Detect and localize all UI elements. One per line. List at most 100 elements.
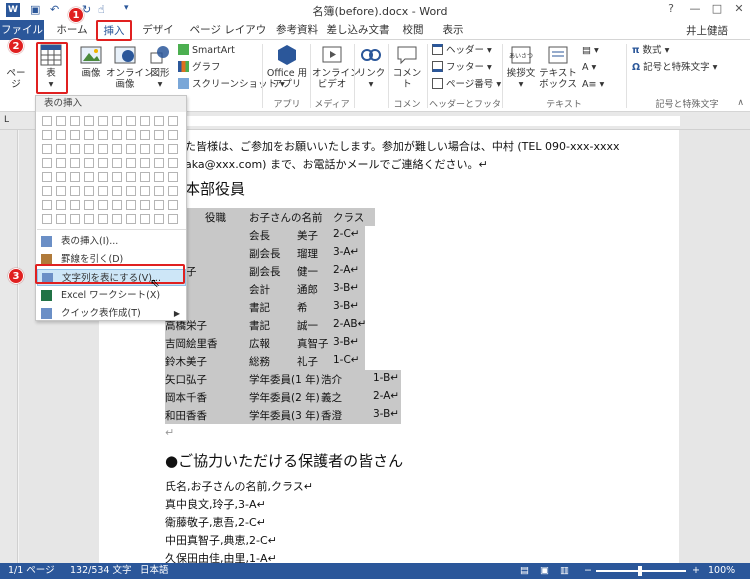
table-grid-cell[interactable] [56, 172, 66, 182]
chart-button[interactable]: グラフ [178, 61, 221, 75]
zoom-in-button[interactable]: + [692, 563, 700, 579]
table-grid-cell[interactable] [126, 158, 136, 168]
table-grid-cell[interactable] [112, 186, 122, 196]
table-grid-cell[interactable] [98, 116, 108, 126]
shapes-button[interactable]: 図形 ▾ [146, 44, 174, 90]
wordart-icon[interactable]: A ▾ [582, 61, 596, 75]
tab-design[interactable]: デザイン [138, 20, 178, 56]
table-grid-cell[interactable] [42, 200, 52, 210]
table-grid-cell[interactable] [112, 200, 122, 210]
user-name[interactable]: 井上健語 [686, 23, 728, 38]
tab-review[interactable]: 校閲 [396, 20, 430, 40]
zoom-level[interactable]: 100% [708, 563, 735, 579]
table-grid-cell[interactable] [126, 116, 136, 126]
table-grid-cell[interactable] [168, 186, 178, 196]
online-video-button[interactable]: オンライン ビデオ [312, 44, 360, 90]
table-grid-cell[interactable] [168, 214, 178, 224]
tab-mailings[interactable]: 差し込み文書 [326, 20, 390, 40]
table-grid-cell[interactable] [112, 130, 122, 140]
customize-qat-icon[interactable]: ▾ [124, 3, 129, 17]
pictures-button[interactable]: 画像 [76, 44, 106, 79]
table-grid-cell[interactable] [42, 116, 52, 126]
table-grid-cell[interactable] [42, 186, 52, 196]
zoom-slider-thumb[interactable] [638, 566, 642, 576]
tab-references[interactable]: 参考資料 [274, 20, 320, 40]
links-button[interactable]: リンク ▾ [356, 44, 386, 90]
table-grid-cell[interactable] [168, 144, 178, 154]
table-grid-cell[interactable] [140, 172, 150, 182]
header-button[interactable]: ヘッダー ▾ [432, 44, 492, 58]
print-layout-icon[interactable]: ▣ [540, 563, 549, 579]
table-grid-cell[interactable] [70, 186, 80, 196]
menu-item[interactable]: 表の挿入(I)... [37, 233, 186, 250]
table-grid-cell[interactable] [140, 186, 150, 196]
tab-selector-icon[interactable]: L [4, 115, 9, 125]
table-grid-cell[interactable] [56, 130, 66, 140]
table-grid-cell[interactable] [168, 158, 178, 168]
table-grid-cell[interactable] [70, 130, 80, 140]
table-grid-cell[interactable] [126, 214, 136, 224]
menu-item[interactable]: Excel ワークシート(X) [37, 287, 186, 304]
table-grid-cell[interactable] [126, 200, 136, 210]
save-icon[interactable]: ▣ [30, 3, 40, 17]
table-grid-cell[interactable] [70, 200, 80, 210]
table-grid-cell[interactable] [140, 144, 150, 154]
table-grid-cell[interactable] [112, 144, 122, 154]
table-grid-cell[interactable] [84, 116, 94, 126]
comment-button[interactable]: コメント [390, 44, 424, 90]
table-grid-cell[interactable] [56, 186, 66, 196]
office-apps-button[interactable]: Office 用 アプリ [266, 44, 308, 90]
table-grid-cell[interactable] [70, 172, 80, 182]
table-grid-cell[interactable] [126, 186, 136, 196]
symbol-button[interactable]: Ω 記号と特殊文字 ▾ [632, 61, 717, 75]
equation-button[interactable]: π 数式 ▾ [632, 44, 669, 58]
table-grid-cell[interactable] [84, 200, 94, 210]
table-grid-cell[interactable] [42, 172, 52, 182]
table-grid-cell[interactable] [154, 144, 164, 154]
language-status[interactable]: 日本語 [140, 563, 169, 579]
table-grid-cell[interactable] [168, 172, 178, 182]
greeting-button[interactable]: あいさつ 挨拶文 ▾ [504, 44, 538, 90]
table-grid-cell[interactable] [84, 144, 94, 154]
help-button[interactable]: ? [660, 2, 682, 18]
table-grid-cell[interactable] [70, 116, 80, 126]
table-grid-cell[interactable] [154, 172, 164, 182]
table-grid-cell[interactable] [98, 144, 108, 154]
table-grid-cell[interactable] [154, 214, 164, 224]
minimize-button[interactable]: — [684, 2, 706, 18]
dropcap-icon[interactable]: A≡ ▾ [582, 78, 604, 92]
close-button[interactable]: ✕ [728, 2, 750, 18]
table-grid-cell[interactable] [154, 200, 164, 210]
table-grid-cell[interactable] [42, 144, 52, 154]
table-grid-cell[interactable] [70, 158, 80, 168]
table-grid-cell[interactable] [154, 116, 164, 126]
read-mode-icon[interactable]: ▤ [520, 563, 529, 579]
table-grid-cell[interactable] [140, 158, 150, 168]
table-grid-cell[interactable] [56, 144, 66, 154]
table-grid-cell[interactable] [84, 172, 94, 182]
table-grid-cell[interactable] [154, 186, 164, 196]
table-grid-cell[interactable] [56, 214, 66, 224]
restore-button[interactable]: □ [706, 2, 728, 18]
table-grid-cell[interactable] [98, 130, 108, 140]
table-grid-cell[interactable] [140, 214, 150, 224]
online-pictures-button[interactable]: オンライン 画像 [106, 44, 154, 90]
table-grid-cell[interactable] [168, 116, 178, 126]
table-grid-cell[interactable] [84, 158, 94, 168]
smartart-button[interactable]: SmartArt [178, 44, 235, 58]
table-grid-cell[interactable] [42, 214, 52, 224]
table-grid-cell[interactable] [154, 130, 164, 140]
table-grid-cell[interactable] [56, 116, 66, 126]
table-grid-cell[interactable] [70, 214, 80, 224]
table-grid-cell[interactable] [168, 200, 178, 210]
table-grid-cell[interactable] [112, 158, 122, 168]
table-grid-cell[interactable] [112, 172, 122, 182]
quick-parts-icon[interactable]: ▤ ▾ [582, 44, 599, 58]
table-grid-cell[interactable] [126, 130, 136, 140]
footer-button[interactable]: フッター ▾ [432, 61, 492, 75]
table-grid-cell[interactable] [140, 200, 150, 210]
table-grid-cell[interactable] [42, 158, 52, 168]
word-count[interactable]: 132/534 文字 [70, 563, 132, 579]
touch-mode-icon[interactable]: ☝ [98, 3, 105, 17]
tab-view[interactable]: 表示 [436, 20, 470, 40]
